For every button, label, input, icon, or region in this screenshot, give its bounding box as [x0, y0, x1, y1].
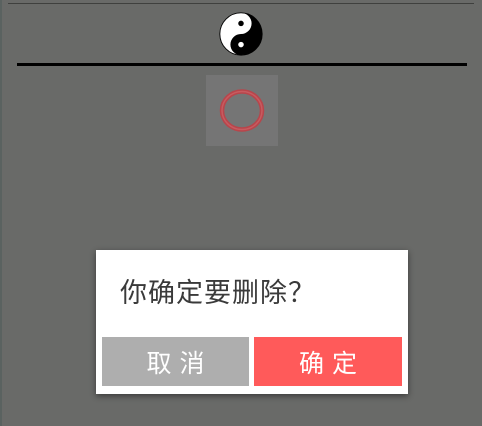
confirm-button[interactable]: 确定: [254, 337, 402, 386]
confirm-delete-dialog: 你确定要删除？ 取消 确定: [96, 250, 408, 394]
loading-ring-icon: [219, 89, 265, 132]
header-divider: [17, 63, 467, 66]
cancel-button[interactable]: 取消: [102, 337, 249, 386]
top-border: [8, 3, 474, 4]
loading-indicator: [206, 75, 278, 146]
dialog-message: 你确定要删除？: [120, 278, 316, 309]
yin-yang-icon: [219, 12, 263, 56]
left-edge: [0, 0, 2, 426]
